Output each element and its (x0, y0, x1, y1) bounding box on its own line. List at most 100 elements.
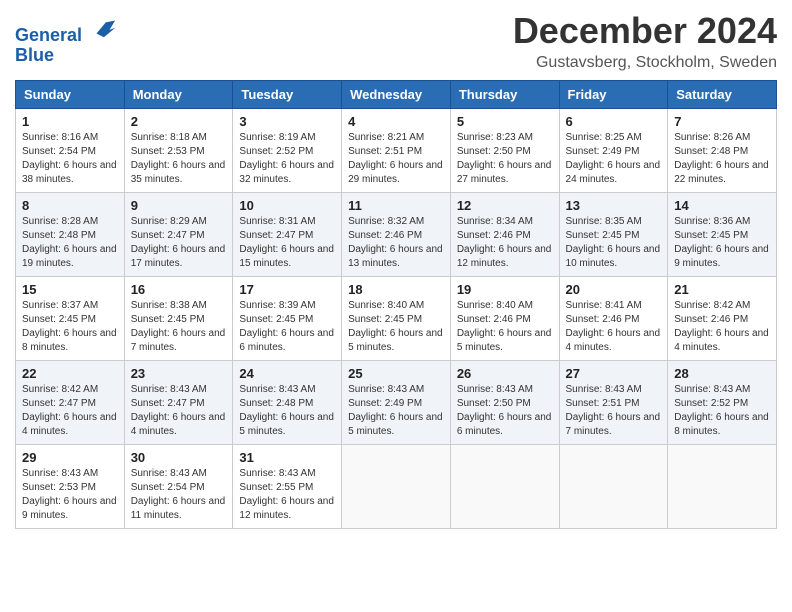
day-header-thursday: Thursday (450, 81, 559, 109)
logo-text-general: General (15, 25, 82, 45)
day-number: 9 (131, 198, 227, 213)
day-info: Sunrise: 8:43 AMSunset: 2:47 PMDaylight:… (131, 384, 226, 437)
day-header-wednesday: Wednesday (342, 81, 451, 109)
calendar-cell: 8 Sunrise: 8:28 AMSunset: 2:48 PMDayligh… (16, 193, 125, 277)
calendar-cell: 16 Sunrise: 8:38 AMSunset: 2:45 PMDaylig… (124, 277, 233, 361)
calendar-week-row: 8 Sunrise: 8:28 AMSunset: 2:48 PMDayligh… (16, 193, 777, 277)
day-number: 7 (674, 114, 770, 129)
calendar-cell: 14 Sunrise: 8:36 AMSunset: 2:45 PMDaylig… (668, 193, 777, 277)
day-number: 14 (674, 198, 770, 213)
calendar-cell: 30 Sunrise: 8:43 AMSunset: 2:54 PMDaylig… (124, 445, 233, 529)
day-number: 23 (131, 366, 227, 381)
day-info: Sunrise: 8:31 AMSunset: 2:47 PMDaylight:… (239, 216, 334, 269)
day-number: 13 (566, 198, 662, 213)
day-number: 4 (348, 114, 444, 129)
calendar-cell: 2 Sunrise: 8:18 AMSunset: 2:53 PMDayligh… (124, 109, 233, 193)
day-number: 17 (239, 282, 335, 297)
day-info: Sunrise: 8:39 AMSunset: 2:45 PMDaylight:… (239, 300, 334, 353)
calendar-table: SundayMondayTuesdayWednesdayThursdayFrid… (15, 80, 777, 529)
calendar-cell: 3 Sunrise: 8:19 AMSunset: 2:52 PMDayligh… (233, 109, 342, 193)
calendar-cell: 6 Sunrise: 8:25 AMSunset: 2:49 PMDayligh… (559, 109, 668, 193)
calendar-cell: 29 Sunrise: 8:43 AMSunset: 2:53 PMDaylig… (16, 445, 125, 529)
calendar-cell: 19 Sunrise: 8:40 AMSunset: 2:46 PMDaylig… (450, 277, 559, 361)
day-info: Sunrise: 8:42 AMSunset: 2:47 PMDaylight:… (22, 384, 117, 437)
calendar-cell: 27 Sunrise: 8:43 AMSunset: 2:51 PMDaylig… (559, 361, 668, 445)
calendar-cell: 25 Sunrise: 8:43 AMSunset: 2:49 PMDaylig… (342, 361, 451, 445)
day-info: Sunrise: 8:40 AMSunset: 2:46 PMDaylight:… (457, 300, 552, 353)
day-number: 21 (674, 282, 770, 297)
day-info: Sunrise: 8:16 AMSunset: 2:54 PMDaylight:… (22, 132, 117, 185)
calendar-cell: 23 Sunrise: 8:43 AMSunset: 2:47 PMDaylig… (124, 361, 233, 445)
day-number: 26 (457, 366, 553, 381)
day-number: 31 (239, 450, 335, 465)
day-info: Sunrise: 8:38 AMSunset: 2:45 PMDaylight:… (131, 300, 226, 353)
day-number: 19 (457, 282, 553, 297)
calendar-cell: 24 Sunrise: 8:43 AMSunset: 2:48 PMDaylig… (233, 361, 342, 445)
day-info: Sunrise: 8:43 AMSunset: 2:51 PMDaylight:… (566, 384, 661, 437)
calendar-cell: 1 Sunrise: 8:16 AMSunset: 2:54 PMDayligh… (16, 109, 125, 193)
day-info: Sunrise: 8:29 AMSunset: 2:47 PMDaylight:… (131, 216, 226, 269)
day-number: 20 (566, 282, 662, 297)
logo-text-blue: Blue (15, 45, 54, 65)
calendar-week-row: 22 Sunrise: 8:42 AMSunset: 2:47 PMDaylig… (16, 361, 777, 445)
day-info: Sunrise: 8:40 AMSunset: 2:45 PMDaylight:… (348, 300, 443, 353)
day-number: 18 (348, 282, 444, 297)
day-info: Sunrise: 8:42 AMSunset: 2:46 PMDaylight:… (674, 300, 769, 353)
day-number: 28 (674, 366, 770, 381)
day-number: 22 (22, 366, 118, 381)
month-title: December 2024 (513, 10, 777, 52)
day-number: 30 (131, 450, 227, 465)
day-info: Sunrise: 8:25 AMSunset: 2:49 PMDaylight:… (566, 132, 661, 185)
day-info: Sunrise: 8:43 AMSunset: 2:48 PMDaylight:… (239, 384, 334, 437)
calendar-cell: 20 Sunrise: 8:41 AMSunset: 2:46 PMDaylig… (559, 277, 668, 361)
page-header: General Blue December 2024 Gustavsberg, … (15, 10, 777, 72)
day-number: 15 (22, 282, 118, 297)
day-info: Sunrise: 8:43 AMSunset: 2:54 PMDaylight:… (131, 468, 226, 521)
day-info: Sunrise: 8:34 AMSunset: 2:46 PMDaylight:… (457, 216, 552, 269)
day-info: Sunrise: 8:37 AMSunset: 2:45 PMDaylight:… (22, 300, 117, 353)
calendar-cell (450, 445, 559, 529)
calendar-body: 1 Sunrise: 8:16 AMSunset: 2:54 PMDayligh… (16, 109, 777, 529)
day-header-friday: Friday (559, 81, 668, 109)
calendar-cell (342, 445, 451, 529)
day-info: Sunrise: 8:26 AMSunset: 2:48 PMDaylight:… (674, 132, 769, 185)
day-number: 2 (131, 114, 227, 129)
calendar-cell (668, 445, 777, 529)
day-number: 29 (22, 450, 118, 465)
day-number: 12 (457, 198, 553, 213)
day-number: 5 (457, 114, 553, 129)
day-number: 27 (566, 366, 662, 381)
day-info: Sunrise: 8:35 AMSunset: 2:45 PMDaylight:… (566, 216, 661, 269)
day-header-saturday: Saturday (668, 81, 777, 109)
day-number: 1 (22, 114, 118, 129)
calendar-week-row: 15 Sunrise: 8:37 AMSunset: 2:45 PMDaylig… (16, 277, 777, 361)
day-number: 25 (348, 366, 444, 381)
calendar-cell: 4 Sunrise: 8:21 AMSunset: 2:51 PMDayligh… (342, 109, 451, 193)
day-number: 16 (131, 282, 227, 297)
day-header-sunday: Sunday (16, 81, 125, 109)
day-info: Sunrise: 8:43 AMSunset: 2:55 PMDaylight:… (239, 468, 334, 521)
calendar-cell: 21 Sunrise: 8:42 AMSunset: 2:46 PMDaylig… (668, 277, 777, 361)
calendar-cell: 15 Sunrise: 8:37 AMSunset: 2:45 PMDaylig… (16, 277, 125, 361)
calendar-cell: 10 Sunrise: 8:31 AMSunset: 2:47 PMDaylig… (233, 193, 342, 277)
day-info: Sunrise: 8:43 AMSunset: 2:53 PMDaylight:… (22, 468, 117, 521)
calendar-cell: 7 Sunrise: 8:26 AMSunset: 2:48 PMDayligh… (668, 109, 777, 193)
day-info: Sunrise: 8:28 AMSunset: 2:48 PMDaylight:… (22, 216, 117, 269)
day-info: Sunrise: 8:19 AMSunset: 2:52 PMDaylight:… (239, 132, 334, 185)
day-info: Sunrise: 8:43 AMSunset: 2:50 PMDaylight:… (457, 384, 552, 437)
calendar-cell: 5 Sunrise: 8:23 AMSunset: 2:50 PMDayligh… (450, 109, 559, 193)
day-info: Sunrise: 8:23 AMSunset: 2:50 PMDaylight:… (457, 132, 552, 185)
day-header-tuesday: Tuesday (233, 81, 342, 109)
calendar-cell: 12 Sunrise: 8:34 AMSunset: 2:46 PMDaylig… (450, 193, 559, 277)
calendar-cell: 31 Sunrise: 8:43 AMSunset: 2:55 PMDaylig… (233, 445, 342, 529)
calendar-cell: 13 Sunrise: 8:35 AMSunset: 2:45 PMDaylig… (559, 193, 668, 277)
calendar-cell: 22 Sunrise: 8:42 AMSunset: 2:47 PMDaylig… (16, 361, 125, 445)
calendar-week-row: 29 Sunrise: 8:43 AMSunset: 2:53 PMDaylig… (16, 445, 777, 529)
day-header-monday: Monday (124, 81, 233, 109)
day-number: 6 (566, 114, 662, 129)
day-number: 3 (239, 114, 335, 129)
day-info: Sunrise: 8:41 AMSunset: 2:46 PMDaylight:… (566, 300, 661, 353)
logo: General Blue (15, 15, 117, 66)
calendar-week-row: 1 Sunrise: 8:16 AMSunset: 2:54 PMDayligh… (16, 109, 777, 193)
calendar-cell: 17 Sunrise: 8:39 AMSunset: 2:45 PMDaylig… (233, 277, 342, 361)
